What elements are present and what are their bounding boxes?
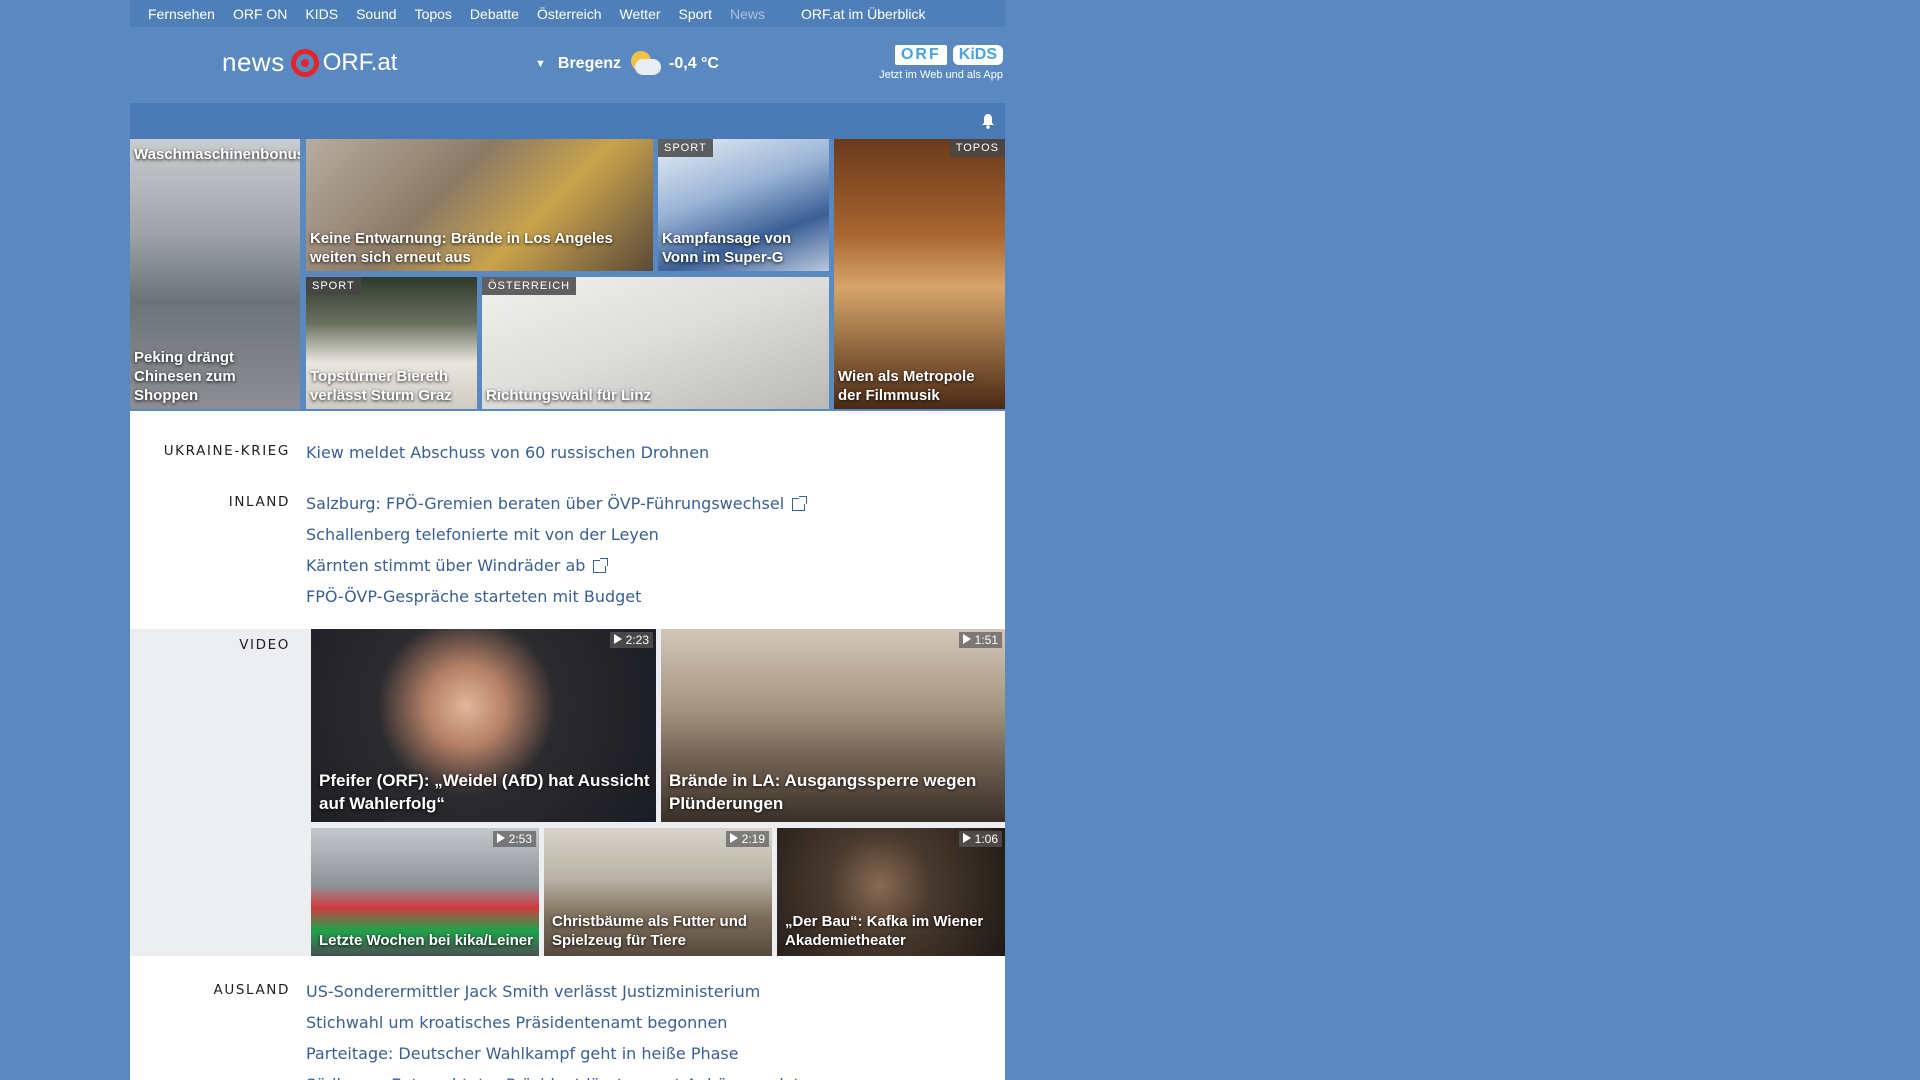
site-header: news ORF.at ▼ Bregenz -0,4 °C ORF KiDS J…: [130, 27, 1005, 103]
section-ausland: AUSLAND US-Sonderermittler Jack Smith ve…: [130, 976, 1005, 1080]
weather-temperature: -0,4 °C: [669, 55, 719, 72]
nav-sport[interactable]: Sport: [679, 6, 712, 22]
orf-kids-promo[interactable]: ORF KiDS Jetzt im Web und als App: [879, 45, 1003, 81]
nav-sound[interactable]: Sound: [356, 6, 396, 22]
category-label: SPORT: [658, 139, 713, 157]
teaser-biereth[interactable]: SPORT Topstürmer Biereth verlässt Sturm …: [306, 277, 477, 409]
video-caption: Pfeifer (ORF): „Weidel (AfD) hat Aussich…: [319, 771, 650, 813]
video-teaser[interactable]: 2:23 Pfeifer (ORF): „Weidel (AfD) hat Au…: [311, 629, 656, 822]
weather-city: Bregenz: [557, 55, 622, 72]
video-teaser[interactable]: 1:51 Brände in LA: Ausgangssperre wegen …: [661, 629, 1005, 822]
teaser-caption: Waschmaschinenbonus:: [134, 146, 300, 163]
article-link-text: Salzburg: FPÖ-Gremien beraten über ÖVP-F…: [306, 494, 785, 513]
nav-news[interactable]: News: [730, 6, 765, 22]
teaser-caption: Wien als Metropole der Filmmusik: [838, 368, 975, 404]
duration-text: 1:06: [974, 832, 998, 846]
article-link[interactable]: Kärnten stimmt über Windräder ab: [306, 550, 805, 581]
video-caption: Letzte Wochen bei kika/Leiner: [319, 932, 533, 949]
orf-logo: ORF: [894, 45, 947, 65]
article-link[interactable]: Parteitage: Deutscher Wahlkampf geht in …: [306, 1038, 828, 1069]
article-link[interactable]: Schallenberg telefonierte mit von der Le…: [306, 519, 805, 550]
video-duration: 1:51: [958, 632, 1002, 648]
teaser-waschmaschinenbonus[interactable]: Waschmaschinenbonus: Peking drängt Chine…: [130, 139, 300, 409]
duration-text: 2:19: [741, 832, 765, 846]
play-icon: [962, 833, 971, 843]
news-content: UKRAINE-KRIEG Kiew meldet Abschuss von 6…: [130, 411, 1005, 1080]
notification-bar: [130, 103, 1005, 139]
category-label: ÖSTERREICH: [482, 277, 577, 295]
kids-logo: KiDS: [952, 45, 1003, 65]
article-link[interactable]: FPÖ-ÖVP-Gespräche starteten mit Budget: [306, 581, 805, 612]
logo-orfat-text: ORF.at: [322, 48, 398, 76]
article-link[interactable]: Stichwahl um kroatisches Präsidentenamt …: [306, 1007, 828, 1038]
video-teaser[interactable]: 2:53 Letzte Wochen bei kika/Leiner: [311, 828, 539, 956]
duration-text: 2:23: [625, 633, 649, 647]
nav-wetter[interactable]: Wetter: [620, 6, 661, 22]
article-link[interactable]: Salzburg: FPÖ-Gremien beraten über ÖVP-F…: [306, 488, 808, 519]
duration-text: 2:53: [508, 832, 532, 846]
nav-overview[interactable]: ORF.at im Überblick: [801, 6, 925, 22]
teaser-caption: Topstürmer Biereth verlässt Sturm Graz: [310, 368, 452, 404]
category-label: TOPOS: [949, 139, 1005, 157]
nav-topos[interactable]: Topos: [415, 6, 452, 22]
section-ukraine: UKRAINE-KRIEG Kiew meldet Abschuss von 6…: [130, 437, 1005, 477]
caret-down-icon[interactable]: ▼: [535, 58, 546, 70]
video-caption: Brände in LA: Ausgangssperre wegen Plünd…: [669, 771, 977, 813]
play-icon: [496, 833, 505, 843]
video-teaser[interactable]: 1:06 „Der Bau“: Kafka im Wiener Akademie…: [777, 828, 1005, 956]
teaser-caption: Keine Entwarnung: Brände in Los Angeles …: [310, 230, 613, 266]
teaser-caption: Kampfansage von Vonn im Super-G: [662, 230, 792, 266]
nav-debatte[interactable]: Debatte: [470, 6, 519, 22]
bell-icon[interactable]: [981, 113, 995, 129]
section-title: UKRAINE-KRIEG: [163, 443, 290, 459]
article-link[interactable]: Kiew meldet Abschuss von 60 russischen D…: [306, 437, 709, 468]
article-link[interactable]: US-Sonderermittler Jack Smith verlässt J…: [306, 976, 828, 1007]
video-duration: 2:53: [492, 831, 536, 847]
logo-news-text: news: [222, 47, 285, 77]
top-navigation: Fernsehen ORF ON KIDS Sound Topos Debatt…: [130, 0, 1005, 27]
teaser-caption: Richtungswahl für Linz: [486, 387, 651, 404]
video-duration: 2:23: [609, 632, 653, 648]
article-link[interactable]: Südkorea: Entmachteter Präsident lässt e…: [306, 1069, 828, 1080]
nav-orf-on[interactable]: ORF ON: [233, 6, 287, 22]
video-duration: 1:06: [958, 831, 1002, 847]
play-icon: [962, 634, 971, 644]
weather-widget[interactable]: ▼ Bregenz -0,4 °C: [535, 49, 719, 79]
section-video: VIDEO 2:23 Pfeifer (ORF): „Weidel (AfD) …: [130, 629, 1005, 956]
nav-kids[interactable]: KIDS: [305, 6, 338, 22]
teaser-caption: Peking drängt Chinesen zum Shoppen: [134, 349, 236, 404]
video-teaser[interactable]: 2:19 Christbäume als Futter und Spielzeu…: [544, 828, 772, 956]
section-title: INLAND: [228, 494, 290, 510]
video-duration: 2:19: [725, 831, 769, 847]
play-icon: [613, 634, 622, 644]
nav-oesterreich[interactable]: Österreich: [537, 6, 602, 22]
orf-eye-icon: [290, 48, 319, 77]
teaser-linz[interactable]: ÖSTERREICH Richtungswahl für Linz: [482, 277, 829, 409]
teaser-brande-la[interactable]: Keine Entwarnung: Brände in Los Angeles …: [306, 139, 653, 271]
teaser-filmmusik[interactable]: TOPOS Wien als Metropole der Filmmusik: [834, 139, 1005, 409]
section-inland: INLAND Salzburg: FPÖ-Gremien beraten übe…: [130, 488, 1005, 618]
page: Fernsehen ORF ON KIDS Sound Topos Debatt…: [130, 0, 1005, 1080]
nav-fernsehen[interactable]: Fernsehen: [148, 6, 215, 22]
video-caption: „Der Bau“: Kafka im Wiener Akademietheat…: [785, 913, 984, 949]
article-link-text: Kärnten stimmt über Windräder ab: [306, 556, 586, 575]
news-orf-logo[interactable]: news ORF.at: [222, 47, 397, 78]
section-title: AUSLAND: [213, 982, 290, 998]
duration-text: 1:51: [974, 633, 998, 647]
category-label: SPORT: [306, 277, 361, 295]
play-icon: [729, 833, 738, 843]
partly-cloudy-icon: [627, 49, 663, 79]
section-title: VIDEO: [239, 637, 290, 653]
external-link-icon: [792, 496, 808, 511]
kids-promo-subtitle: Jetzt im Web und als App: [879, 69, 1003, 81]
teaser-vonn-super-g[interactable]: SPORT Kampfansage von Vonn im Super-G: [658, 139, 829, 271]
video-caption: Christbäume als Futter und Spielzeug für…: [552, 913, 748, 949]
external-link-icon: [593, 558, 609, 573]
